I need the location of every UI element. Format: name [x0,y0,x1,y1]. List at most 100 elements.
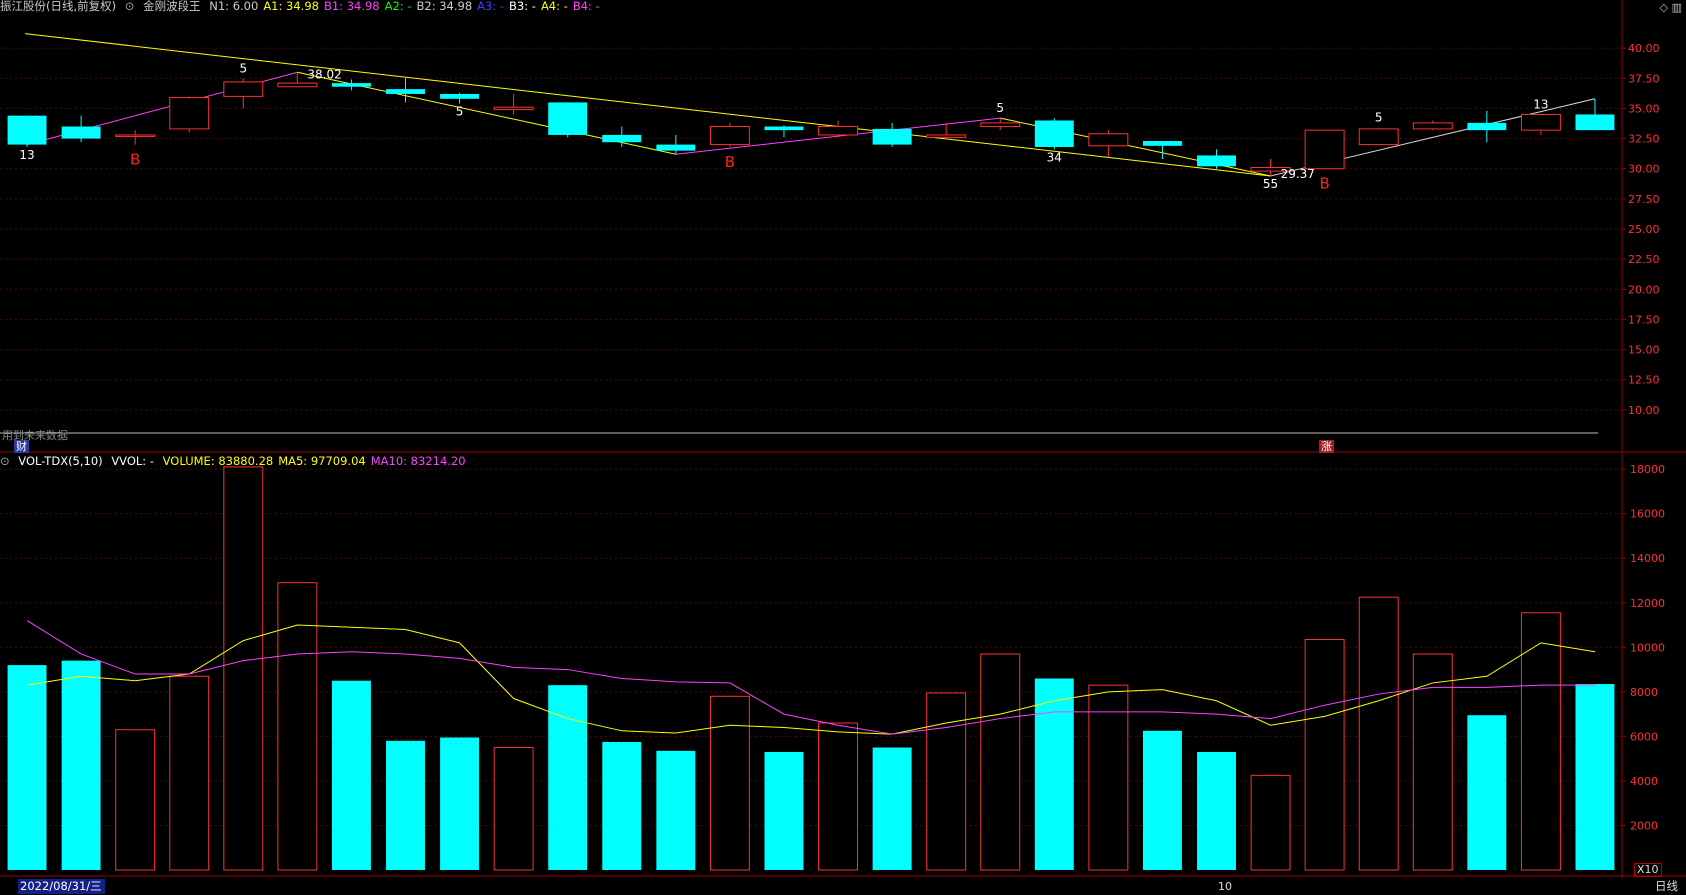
volume-bar-up [493,747,534,871]
signal-label: 5 [456,105,464,119]
price-tick-label: 15.00 [1628,344,1660,357]
candle-body-up [493,106,534,111]
candle-body-up [1412,122,1453,130]
volume-value: VOLUME: 83880.28 [162,454,274,468]
volume-bar-down [61,660,101,870]
volume-value: MA5: 97709.04 [278,454,366,468]
volume-bar-down [602,741,642,870]
zhang-badge[interactable]: 涨 [1319,440,1334,453]
volume-bar-down [656,750,696,870]
candle-body-down [548,102,588,135]
price-tick-label: 37.50 [1628,72,1660,85]
price-tick-label: 17.50 [1628,313,1660,326]
stock-chart[interactable]: 13 B55B53455 B51338.0229.37 40.0037.5035.0… [0,0,1686,895]
price-tick-label: 25.00 [1628,223,1660,236]
volume-bar-down [872,747,912,870]
candle-body-down [656,144,696,151]
price-note: 38.02 [307,67,341,81]
volume-bar-down [331,680,371,870]
price-tick-label: 10.00 [1628,404,1660,417]
candle-body-up [169,97,210,130]
volume-tick-label: 4000 [1630,775,1658,788]
candle-body-down [764,126,804,131]
price-tick-label: 30.00 [1628,163,1660,176]
volume-bar-down [764,751,804,870]
volume-tick-label: 16000 [1630,508,1665,521]
volume-bar-up [709,695,750,871]
price-note: 29.37 [1281,167,1315,181]
candle-body-up [980,122,1021,128]
future-data-text: 用到未来数据 [2,429,68,442]
price-tick-label: 22.50 [1628,253,1660,266]
signal-label: 13 [19,148,34,162]
candle-body-down [7,115,47,145]
price-tick-label: 32.50 [1628,133,1660,146]
signal-label: 5 [239,61,247,75]
signal-label: 5 [996,101,1004,115]
volume-bar-down [1467,715,1507,870]
volume-indicator-name[interactable]: VOL-TDX(5,10) [18,454,102,468]
volume-bar-up [1412,653,1453,871]
volume-bar-up [169,675,210,871]
volume-bar-up [1088,684,1129,871]
volume-tick-label: 10000 [1630,641,1665,654]
signal-label: 55 [1263,177,1278,191]
volume-tick-label: 12000 [1630,597,1665,610]
candle-body-up [223,81,264,97]
volume-header: ⊙ VOL-TDX(5,10) VVOL: - VOLUME: 83880.28… [0,455,476,468]
candle-body-down [386,89,425,94]
vvol-label: VVOL: - [111,454,154,468]
volume-bar-down [1034,678,1074,870]
candle-body-down [1034,120,1074,148]
candle-body-up [277,82,318,88]
volume-bar-up [1304,639,1345,871]
signal-label: 34 [1047,150,1062,164]
volume-tick-label: 2000 [1630,819,1658,832]
volume-tick-label: 18000 [1630,463,1665,476]
candle-body-up [1304,129,1345,170]
candle-body-up [818,126,858,136]
candle-body-down [1467,122,1507,131]
signal-label: B [130,151,140,169]
candle-body-down [1142,140,1182,146]
volume-bar-up [223,466,264,871]
zoom-multiplier[interactable]: X10 [1634,863,1662,877]
signal-label: 5 [1375,111,1383,125]
volume-bar-down [548,685,588,870]
candle-body-down [61,126,101,139]
signal-label: 13 [1533,97,1548,111]
volume-bar-down [1575,684,1615,870]
volume-bar-up [1358,596,1399,871]
candle-body-up [926,134,967,138]
volume-bar-up [980,653,1021,871]
price-tick-label: 27.50 [1628,193,1660,206]
price-tick-label: 35.00 [1628,102,1660,115]
candle-body-down [872,128,912,145]
candle-body-up [1520,113,1561,131]
candle-body-down [602,134,642,143]
volume-tick-label: 14000 [1630,552,1665,565]
volume-bar-down [7,665,47,870]
volume-bar-down [1142,730,1182,870]
candle-body-down [440,93,480,99]
volume-bar-down [440,737,480,870]
volume-bar-up [1250,774,1291,871]
trend-line [24,33,1271,177]
volume-tick-label: 8000 [1630,686,1658,699]
volume-bar-up [115,729,156,871]
candle-body-up [115,134,156,137]
volume-value: MA10: 83214.20 [370,454,466,468]
period-label[interactable]: 日线 [1655,879,1678,894]
volume-values: VOLUME: 83880.28 MA5: 97709.04 MA10: 83214… [163,454,471,468]
candle-body-down [1575,114,1615,131]
candle-body-up [709,126,750,146]
month-marker: 10 [1218,880,1232,893]
status-date: 2022/08/31/三 [18,879,105,894]
chevron-down-icon[interactable]: ⊙ [0,454,10,468]
candle-body-down [331,83,371,87]
candle-body-down [1197,155,1236,167]
volume-bar-down [386,740,425,870]
candle-body-up [1358,128,1399,146]
volume-tick-label: 6000 [1630,730,1658,743]
cai-badge[interactable]: 财 [14,440,29,453]
